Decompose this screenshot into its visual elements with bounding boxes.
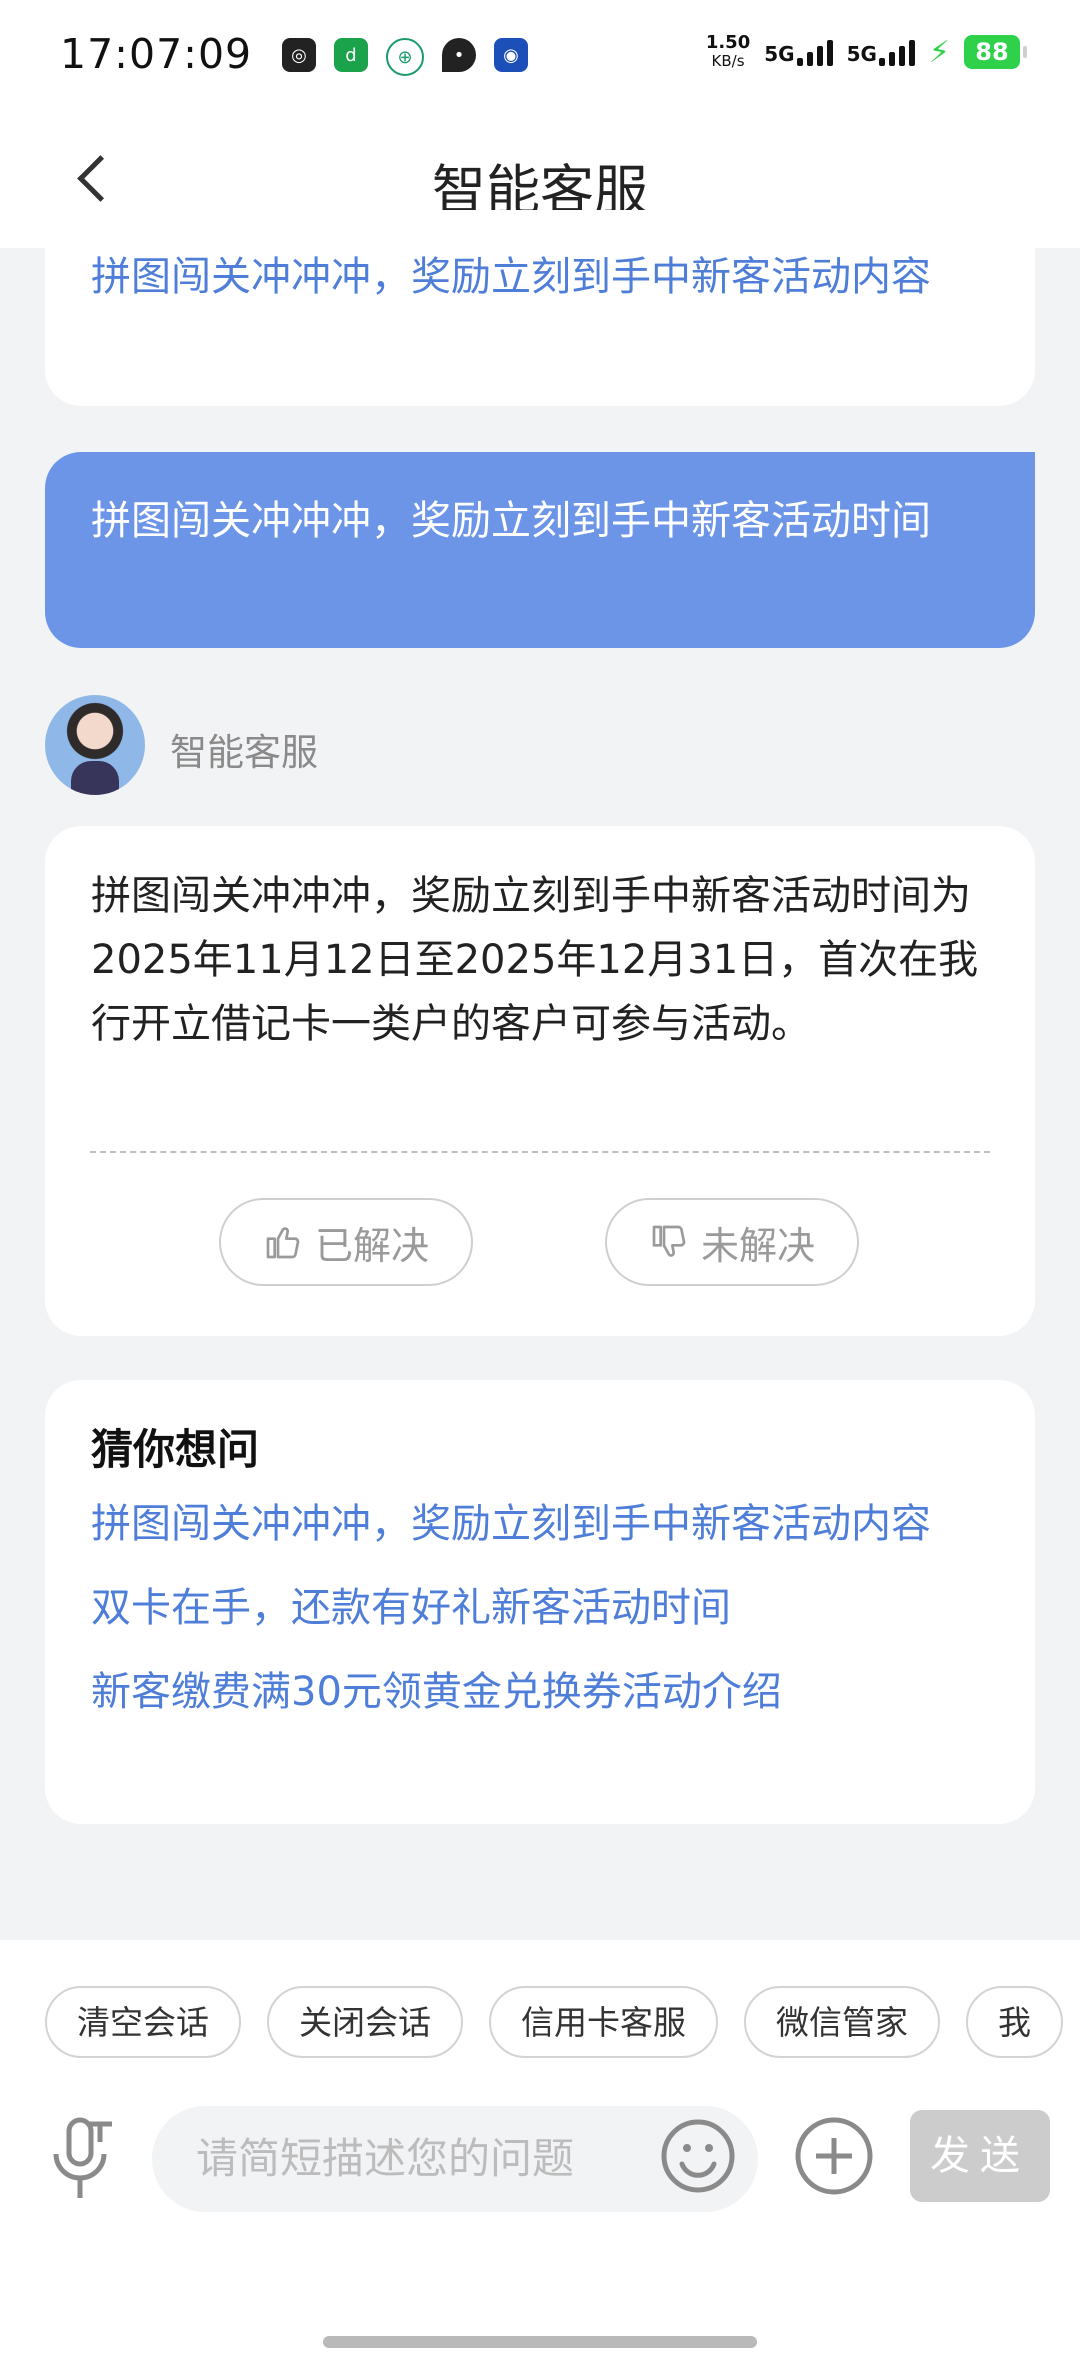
signal-1: 5G [764, 38, 833, 66]
emoji-icon[interactable] [660, 2118, 736, 2194]
quick-actions: 清空会话 关闭会话 信用卡客服 微信管家我 [45, 1986, 1080, 2066]
divider [90, 1151, 990, 1153]
suggestions-title: 猜你想问 [91, 1425, 260, 1474]
suggestions-card: 猜你想问 拼图闯关冲冲冲，奖励立刻到手中新客活动内容 双卡在手，还款有好礼新客活… [45, 1380, 1035, 1824]
status-time: 17:07:09 [60, 30, 253, 78]
notification-icons: ◎ d ⊕ • ◉ [282, 38, 528, 76]
chip-clear-session[interactable]: 清空会话 [45, 1986, 241, 2058]
suggestion-link[interactable]: 新客缴费满30元领黄金兑换券活动介绍 [91, 1665, 989, 1719]
signal-bars-icon [796, 38, 833, 66]
agent-name: 智能客服 [170, 731, 318, 774]
suggestion-link[interactable]: 双卡在手，还款有好礼新客活动时间 [91, 1581, 989, 1635]
thumbs-down-icon [652, 1225, 686, 1257]
network-speed: 1.50 KB/s [705, 32, 751, 71]
unresolved-label: 未解决 [700, 1223, 815, 1268]
charging-icon: ⚡ [928, 34, 950, 70]
answer-card: 拼图闯关冲冲冲，奖励立刻到手中新客活动时间为2025年11月12日至2025年1… [45, 826, 1035, 1336]
agent-avatar [45, 695, 145, 795]
chip-more[interactable]: 我 [966, 1986, 1063, 2058]
unresolved-button[interactable]: 未解决 [605, 1198, 859, 1286]
answer-text: 拼图闯关冲冲冲，奖励立刻到手中新客活动时间为2025年11月12日至2025年1… [91, 873, 979, 1047]
microphone-icon[interactable] [48, 2116, 118, 2206]
chip-wechat-assistant[interactable]: 微信管家 [744, 1986, 940, 2058]
home-indicator[interactable] [323, 2336, 757, 2348]
location-icon: • [442, 38, 476, 72]
user-message-bubble: 拼图闯关冲冲冲，奖励立刻到手中新客活动时间 [45, 452, 1035, 648]
app-notification-icon: d [334, 38, 368, 72]
system-status: 1.50 KB/s 5G 5G ⚡ 88 [705, 32, 1027, 71]
bottom-panel: 清空会话 关闭会话 信用卡客服 微信管家我 请简短描述您的问题 发送 [0, 1940, 1080, 2376]
suggestion-link[interactable]: 拼图闯关冲冲冲，奖励立刻到手中新客活动内容 [91, 1497, 989, 1551]
resolved-button[interactable]: 已解决 [219, 1198, 473, 1286]
previous-suggestion-card: 拼图闯关冲冲冲，奖励立刻到手中新客活动内容 [45, 210, 1035, 406]
suggestion-link[interactable]: 拼图闯关冲冲冲，奖励立刻到手中新客活动内容 [91, 250, 989, 304]
resolved-label: 已解决 [314, 1223, 429, 1268]
chip-credit-card-service[interactable]: 信用卡客服 [489, 1986, 718, 2058]
bank-notification-icon: ⊕ [386, 38, 424, 76]
chip-close-session[interactable]: 关闭会话 [267, 1986, 463, 2058]
app-notification-icon: ◉ [494, 38, 528, 72]
thumbs-up-icon [266, 1227, 300, 1259]
user-message-text: 拼图闯关冲冲冲，奖励立刻到手中新客活动时间 [91, 498, 931, 544]
signal-bars-icon [878, 38, 915, 66]
send-button[interactable]: 发送 [910, 2110, 1050, 2202]
battery-indicator: 88 [964, 35, 1027, 69]
add-icon[interactable] [794, 2116, 874, 2196]
signal-2: 5G [847, 38, 915, 66]
status-bar: 17:07:09 ◎ d ⊕ • ◉ 1.50 KB/s 5G 5G ⚡ 88 [0, 0, 1080, 120]
app-notification-icon: ◎ [282, 38, 316, 72]
